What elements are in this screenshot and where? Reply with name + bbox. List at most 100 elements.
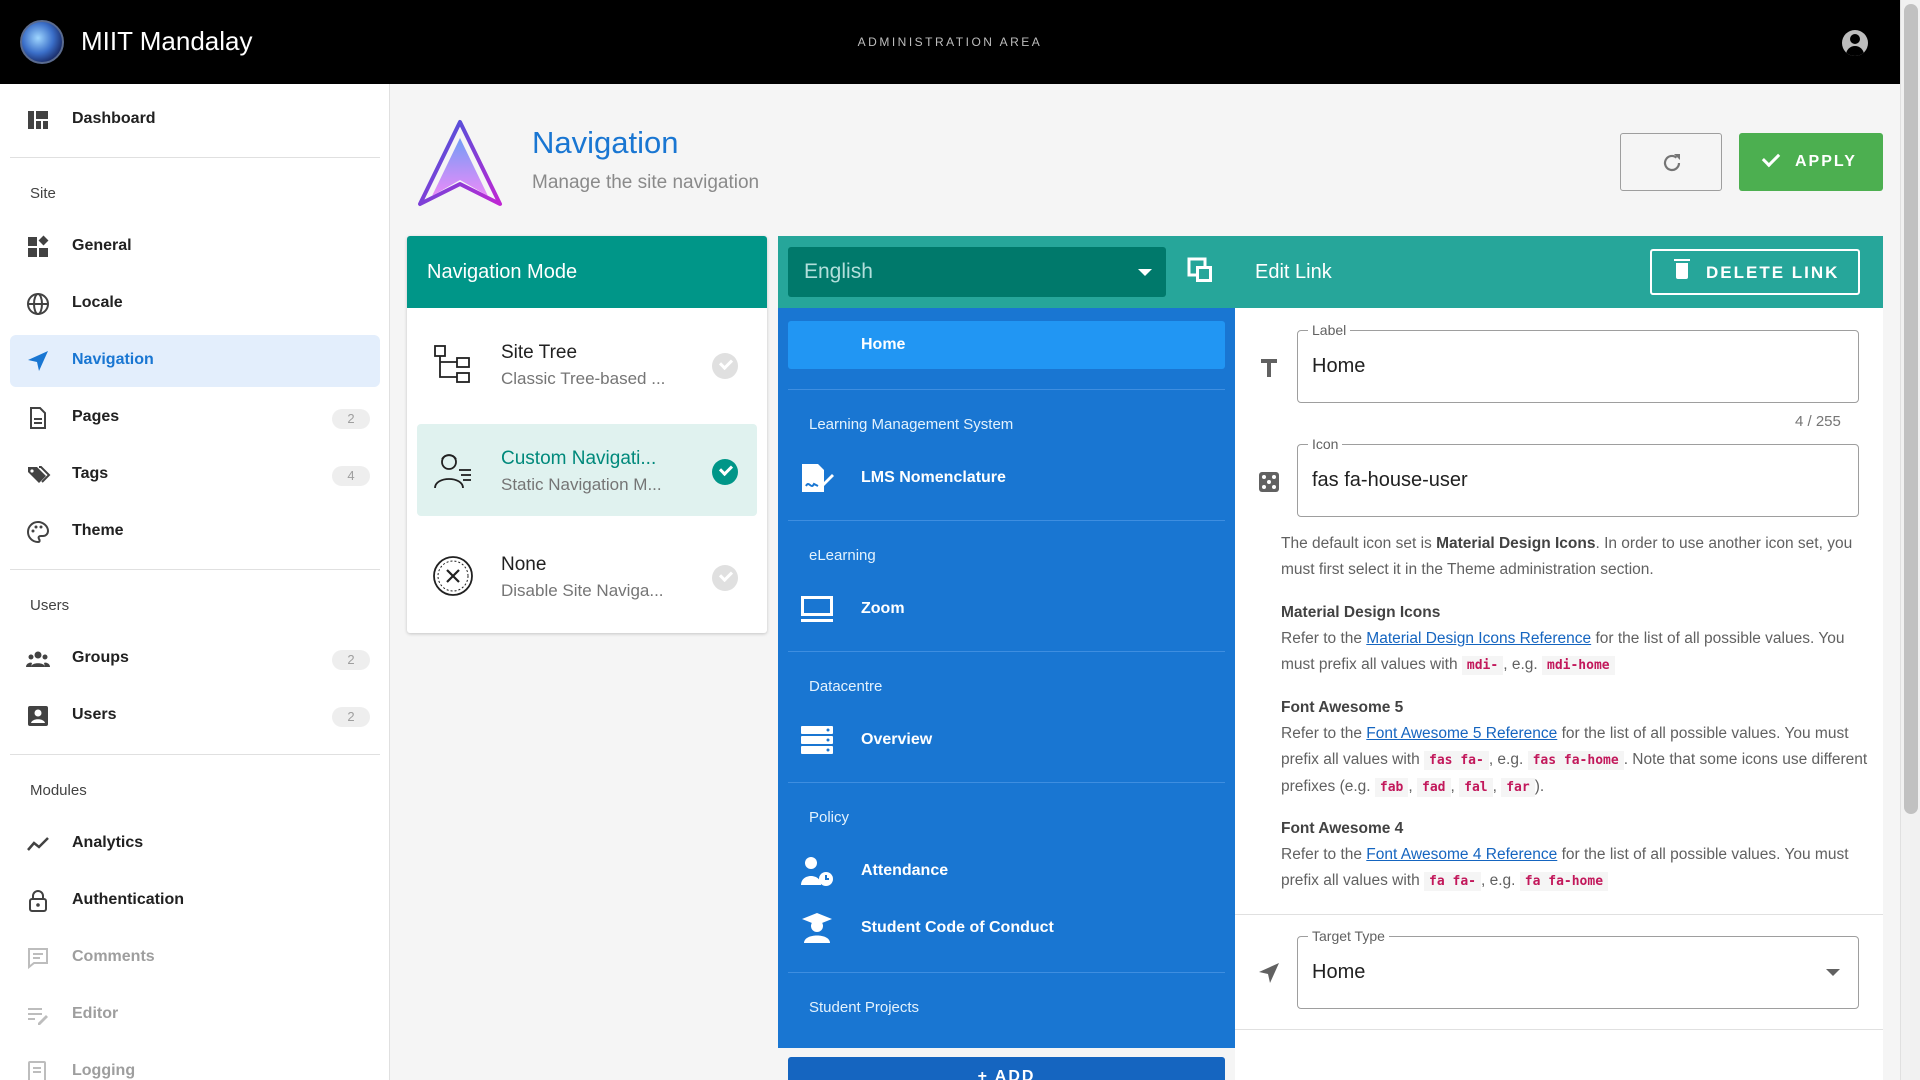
fa5-reference-link[interactable]: Font Awesome 5 Reference: [1366, 725, 1557, 742]
sidebar-item-authentication[interactable]: Authentication: [10, 875, 380, 927]
log-icon: [28, 1061, 46, 1080]
delete-link-button[interactable]: DELETE LINK: [1650, 249, 1860, 295]
sidebar-item-label: Pages: [72, 408, 120, 425]
help-text: , e.g.: [1503, 656, 1542, 673]
nav-header-datacentre[interactable]: Datacentre: [809, 678, 882, 695]
sidebar: Dashboard Site General Locale Navigation…: [0, 84, 390, 1080]
dashboard-icon: [28, 111, 48, 129]
sidebar-item-theme[interactable]: Theme: [10, 506, 380, 558]
copy-icon[interactable]: [1186, 256, 1216, 286]
navigation-mode-header: Navigation Mode: [407, 236, 767, 308]
code-snippet: mdi-home: [1542, 656, 1615, 675]
scrollbar-thumb[interactable]: [1904, 4, 1918, 814]
nav-link-label: Zoom: [861, 600, 905, 617]
nav-link-lms-nomenclature[interactable]: LMS Nomenclature: [788, 454, 1225, 502]
nav-header-policy[interactable]: Policy: [809, 809, 849, 826]
mdi-reference-link[interactable]: Material Design Icons Reference: [1366, 630, 1591, 647]
count-badge: 2: [332, 409, 370, 429]
mdi-help: Material Design Icons Refer to the Mater…: [1281, 600, 1871, 679]
nav-link-home[interactable]: Home: [788, 321, 1225, 369]
help-text: Refer to the: [1281, 725, 1367, 742]
sidebar-item-pages[interactable]: Pages 2: [10, 392, 380, 444]
sidebar-item-label: Users: [72, 706, 117, 723]
sidebar-item-label: Locale: [72, 294, 123, 311]
top-app-bar: MIIT Mandalay ADMINISTRATION AREA: [0, 0, 1900, 84]
tree-divider: [788, 520, 1225, 521]
add-link-button[interactable]: + ADD: [778, 1057, 1235, 1080]
sidebar-item-navigation[interactable]: Navigation: [10, 335, 380, 387]
nav-link-overview[interactable]: Overview: [788, 716, 1225, 764]
user-clock-icon: [801, 857, 833, 886]
sidebar-item-label: Editor: [72, 1005, 119, 1022]
help-text: , e.g.: [1480, 872, 1520, 889]
sidebar-item-general[interactable]: General: [10, 221, 380, 273]
chevron-down-icon: [1826, 969, 1840, 976]
link-properties-panel: Label Home 4 / 255 Icon fas fa-house-use…: [1235, 308, 1883, 1080]
mode-option-site-tree[interactable]: Site Tree Classic Tree-based ...: [417, 318, 757, 410]
navigation-link-list: Home Learning Management System LMS Nome…: [778, 308, 1235, 1048]
sidebar-item-label: Tags: [72, 465, 109, 482]
mode-option-none[interactable]: None Disable Site Naviga...: [417, 530, 757, 622]
chevron-down-icon: [1138, 269, 1152, 276]
sidebar-item-comments[interactable]: Comments: [10, 932, 380, 984]
mode-option-title: None: [501, 554, 547, 575]
help-text-bold: Material Design Icons: [1436, 535, 1596, 552]
sidebar-item-tags[interactable]: Tags 4: [10, 449, 380, 501]
site-tree-icon: [434, 345, 470, 383]
mode-option-subtitle: Disable Site Naviga...: [501, 581, 664, 600]
fa4-help-title: Font Awesome 4: [1281, 820, 1404, 837]
icon-field[interactable]: Icon fas fa-house-user: [1297, 436, 1859, 517]
count-badge: 2: [332, 650, 370, 670]
sidebar-item-label: Navigation: [72, 351, 154, 368]
tags-icon: [28, 466, 51, 483]
format-text-icon: [1261, 359, 1277, 377]
sidebar-item-logging[interactable]: Logging: [10, 1046, 380, 1080]
help-text: Refer to the: [1281, 846, 1367, 863]
sidebar-item-analytics[interactable]: Analytics: [10, 818, 380, 870]
sidebar-item-users[interactable]: Users 2: [10, 690, 380, 742]
trash-icon: [1674, 259, 1690, 279]
sidebar-divider: [10, 157, 380, 158]
desktop-icon: [801, 596, 833, 622]
mode-option-custom-navigation[interactable]: Custom Navigati... Static Navigation M..…: [417, 424, 757, 516]
target-type-select[interactable]: Target Type Home: [1297, 928, 1859, 1009]
nav-link-zoom[interactable]: Zoom: [788, 585, 1225, 633]
fa5-help-title: Font Awesome 5: [1281, 699, 1404, 716]
nav-link-label: LMS Nomenclature: [861, 469, 1006, 486]
code-snippet: fa fa-home: [1519, 872, 1609, 891]
nav-link-student-code-of-conduct[interactable]: Student Code of Conduct: [788, 904, 1225, 952]
nav-header-student-projects[interactable]: Student Projects: [809, 999, 919, 1016]
refresh-button[interactable]: [1620, 133, 1722, 191]
edit-link-title: Edit Link: [1255, 261, 1332, 283]
fa4-reference-link[interactable]: Font Awesome 4 Reference: [1366, 846, 1557, 863]
label-char-counter: 4 / 255: [1795, 413, 1841, 430]
label-field[interactable]: Label Home: [1297, 322, 1859, 403]
section-title-modules: Modules: [30, 782, 87, 799]
tree-divider: [788, 972, 1225, 973]
language-select[interactable]: English: [788, 247, 1166, 297]
count-badge: 2: [332, 707, 370, 727]
nav-header-lms[interactable]: Learning Management System: [809, 416, 1013, 433]
sidebar-item-editor[interactable]: Editor: [10, 989, 380, 1041]
check-circle-icon: [712, 459, 738, 485]
tree-divider: [788, 389, 1225, 390]
sidebar-item-label: Theme: [72, 522, 124, 539]
sidebar-item-label: Groups: [72, 649, 129, 666]
mode-option-title: Custom Navigati...: [501, 448, 657, 469]
language-select-value: English: [804, 260, 873, 283]
document-signature-icon: [802, 464, 834, 492]
target-type-label: Target Type: [1308, 928, 1389, 944]
sidebar-item-locale[interactable]: Locale: [10, 278, 380, 330]
apply-button[interactable]: APPLY: [1739, 133, 1883, 191]
sidebar-item-dashboard[interactable]: Dashboard: [10, 94, 380, 146]
help-text: Refer to the: [1281, 630, 1367, 647]
account-icon[interactable]: [1842, 30, 1868, 56]
mdi-help-title: Material Design Icons: [1281, 604, 1441, 621]
help-text: , e.g.: [1488, 751, 1528, 768]
palette-icon: [27, 520, 50, 544]
page-scrollbar[interactable]: [1900, 0, 1920, 1080]
sidebar-item-groups[interactable]: Groups 2: [10, 633, 380, 685]
nav-link-attendance[interactable]: Attendance: [788, 847, 1225, 895]
nav-header-elearning[interactable]: eLearning: [809, 547, 876, 564]
nav-link-label: Student Code of Conduct: [861, 919, 1054, 936]
